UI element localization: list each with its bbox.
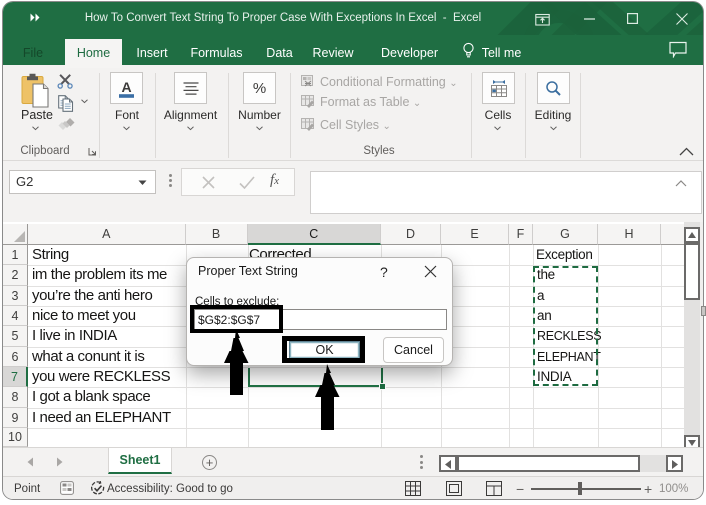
svg-text:A: A: [121, 79, 131, 95]
